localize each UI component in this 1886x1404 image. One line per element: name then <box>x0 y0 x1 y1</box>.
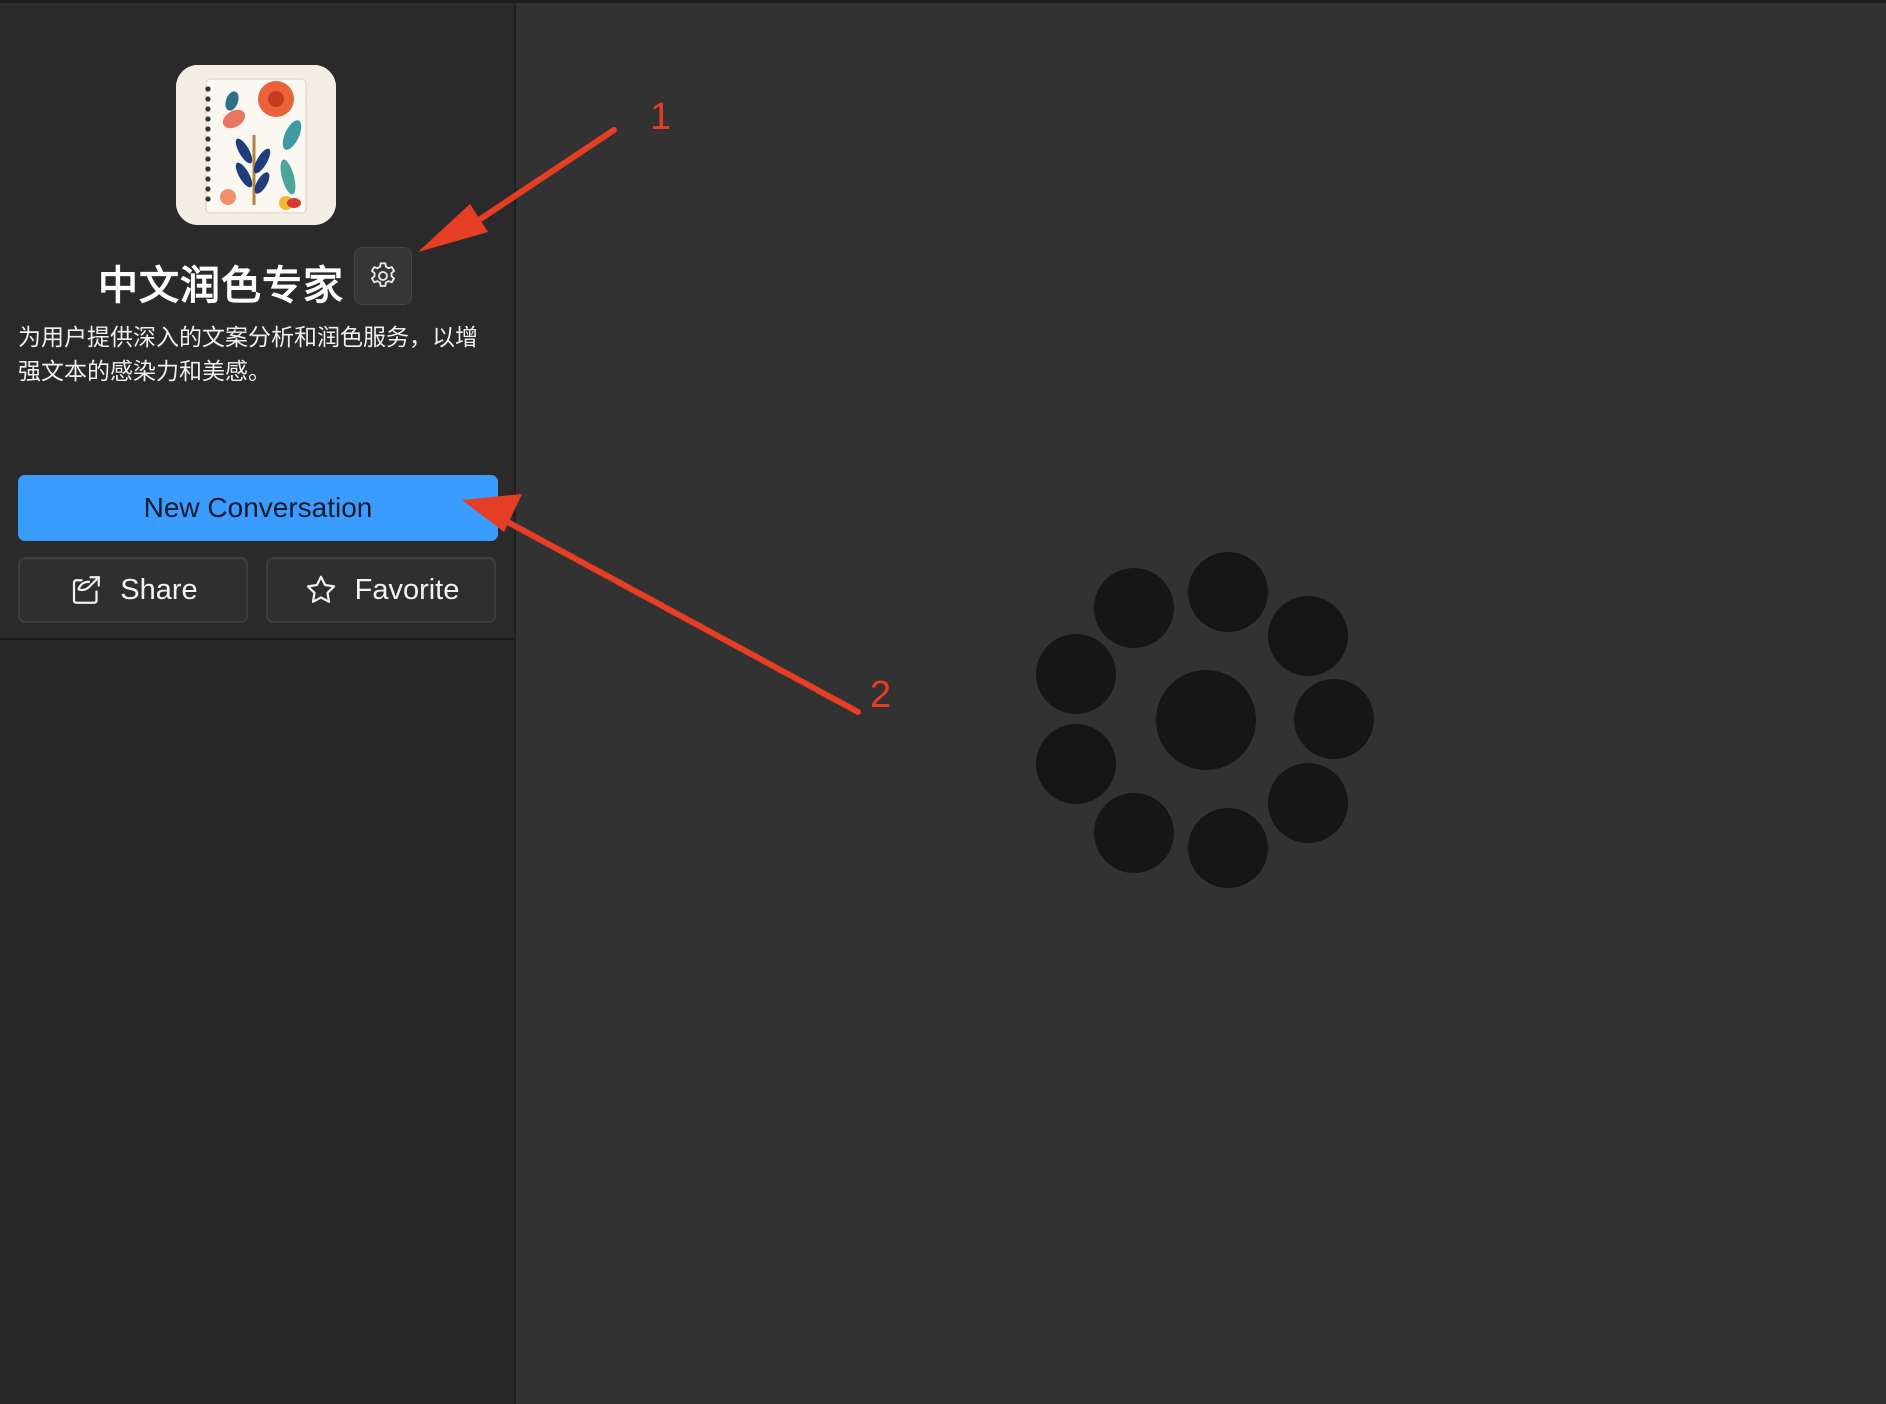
annotation-label-2: 2 <box>870 674 892 716</box>
spinner-dot <box>1094 793 1174 873</box>
star-icon <box>306 575 335 603</box>
share-button[interactable]: Share <box>18 557 248 623</box>
bot-settings-button[interactable] <box>354 247 412 305</box>
spinner-dot <box>1036 634 1116 714</box>
new-conversation-label: New Conversation <box>143 492 373 523</box>
spinner-dot <box>1188 552 1268 632</box>
loading-spinner-icon <box>1034 548 1384 898</box>
spinner-dot <box>1036 724 1116 804</box>
share-icon <box>73 576 101 604</box>
bot-avatar <box>176 65 336 225</box>
floral-notebook-icon <box>176 65 336 225</box>
spinner-dot <box>1268 763 1348 843</box>
app-window: 中文润色专家 为用户提供深入的文案分析和润色服务，以增强文本的感染力和美感。 N… <box>0 0 1886 1404</box>
share-label: Share <box>120 573 198 606</box>
spinner-dot <box>1268 596 1348 676</box>
bot-description: 为用户提供深入的文案分析和润色服务，以增强文本的感染力和美感。 <box>18 325 478 385</box>
bot-title-row: 中文润色专家 <box>0 247 514 309</box>
sidebar: 中文润色专家 为用户提供深入的文案分析和润色服务，以增强文本的感染力和美感。 N… <box>0 0 516 1404</box>
new-conversation-button[interactable]: New Conversation <box>18 475 498 541</box>
annotation-label-1: 1 <box>650 96 672 138</box>
spinner-dot <box>1094 568 1174 648</box>
favorite-label: Favorite <box>354 573 460 606</box>
spinner-dot <box>1156 670 1256 770</box>
favorite-button[interactable]: Favorite <box>266 557 496 623</box>
spinner-dot <box>1188 808 1268 888</box>
bot-title: 中文润色专家 <box>98 263 344 309</box>
bot-profile-card: 中文润色专家 为用户提供深入的文案分析和润色服务，以增强文本的感染力和美感。 N… <box>0 0 514 640</box>
spinner-dot <box>1294 679 1374 759</box>
gear-icon <box>371 262 395 287</box>
